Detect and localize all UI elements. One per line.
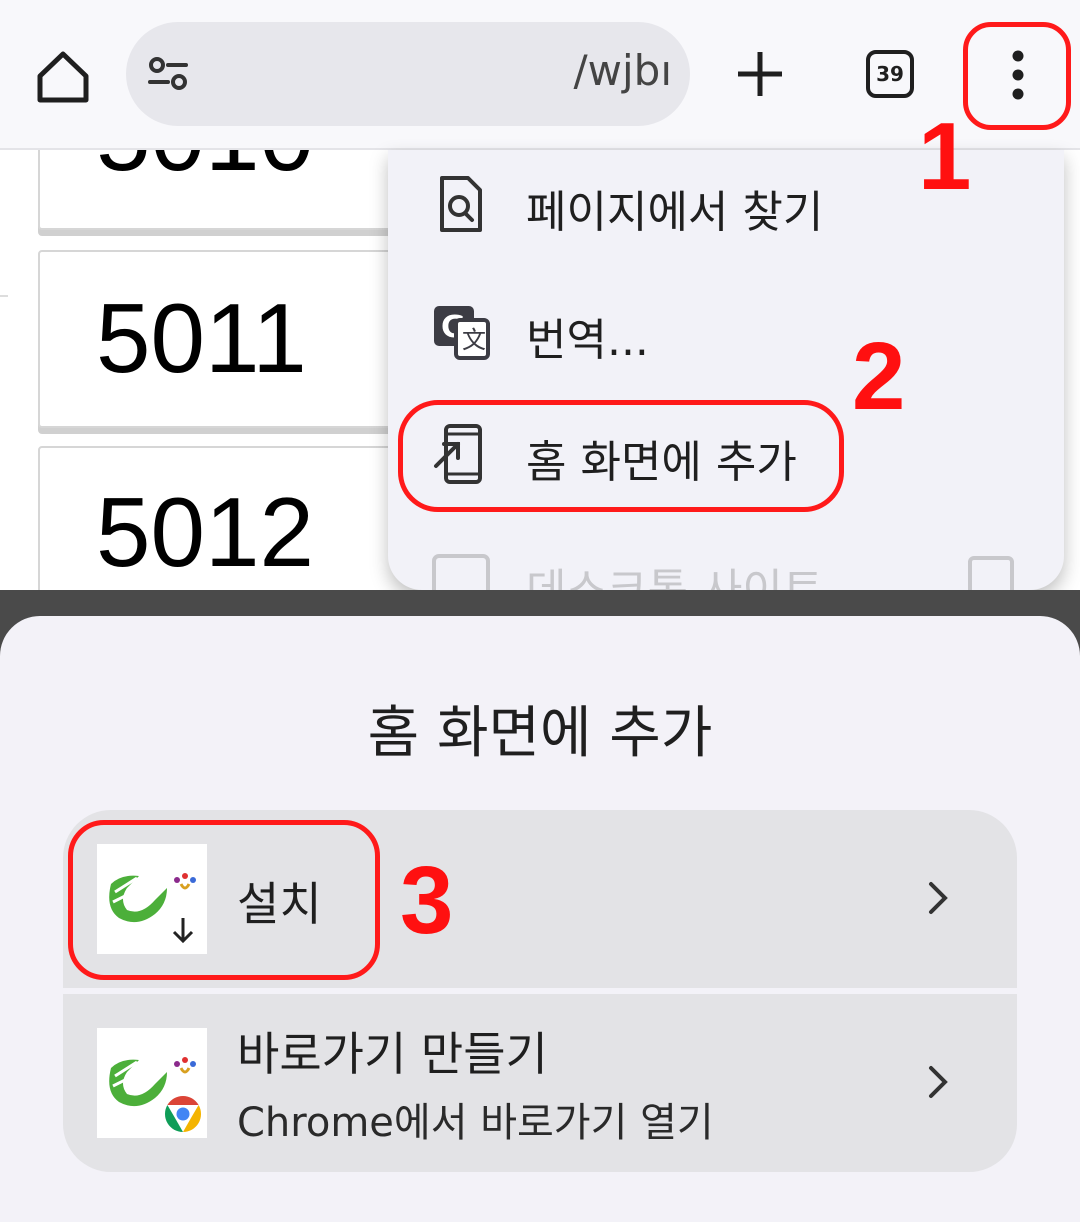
annotation-number-2: 2 (852, 323, 906, 430)
desktop-site-checkbox[interactable] (968, 556, 1014, 590)
menu-label: 페이지에서 찾기 (526, 187, 824, 238)
new-tab-icon[interactable] (734, 48, 786, 100)
option-subtitle: Chrome에서 바로가기 열기 (237, 1100, 714, 1146)
shortcut-option[interactable]: 바로가기 만들기 Chrome에서 바로가기 열기 (63, 994, 1017, 1172)
number-card[interactable]: 5012 (38, 446, 422, 605)
annotation-number-1: 1 (918, 103, 972, 210)
annotation-box-1 (963, 22, 1071, 130)
number-card[interactable]: 5010 (38, 150, 422, 230)
menu-item-translate[interactable]: G 文 번역... (388, 278, 1064, 388)
option-title: 바로가기 만들기 (237, 1027, 548, 1081)
number-text: 5011 (96, 283, 307, 393)
menu-label: 번역... (526, 315, 649, 366)
number-text: 5010 (96, 150, 314, 193)
chevron-right-icon (923, 1062, 953, 1102)
address-bar[interactable]: /wjbı (126, 22, 690, 126)
menu-item-desktop-site[interactable]: 데스크톱 사이트 (388, 528, 1064, 590)
annotation-number-3: 3 (400, 847, 454, 954)
annotation-box-2 (398, 400, 844, 512)
number-card[interactable]: 5011 (38, 250, 422, 428)
annotation-box-3 (68, 820, 380, 980)
svg-text:文: 文 (462, 326, 486, 354)
url-text[interactable]: /wjbı (574, 46, 673, 95)
menu-label: 데스크톱 사이트 (526, 554, 823, 590)
chrome-shortcut-icon (97, 1028, 207, 1138)
find-in-page-icon (432, 174, 488, 234)
number-text: 5012 (96, 477, 315, 587)
translate-icon: G 文 (432, 302, 490, 362)
sheet-title: 홈 화면에 추가 (367, 701, 713, 766)
page-divider (0, 150, 8, 297)
overflow-menu: 페이지에서 찾기 G 文 번역... 홈 화면에 추가 (388, 150, 1064, 590)
home-icon[interactable] (30, 44, 96, 110)
chevron-right-icon (923, 878, 953, 918)
tab-switcher-button[interactable]: 39 (866, 50, 914, 98)
site-settings-icon[interactable] (146, 52, 190, 96)
desktop-site-icon (432, 552, 490, 590)
